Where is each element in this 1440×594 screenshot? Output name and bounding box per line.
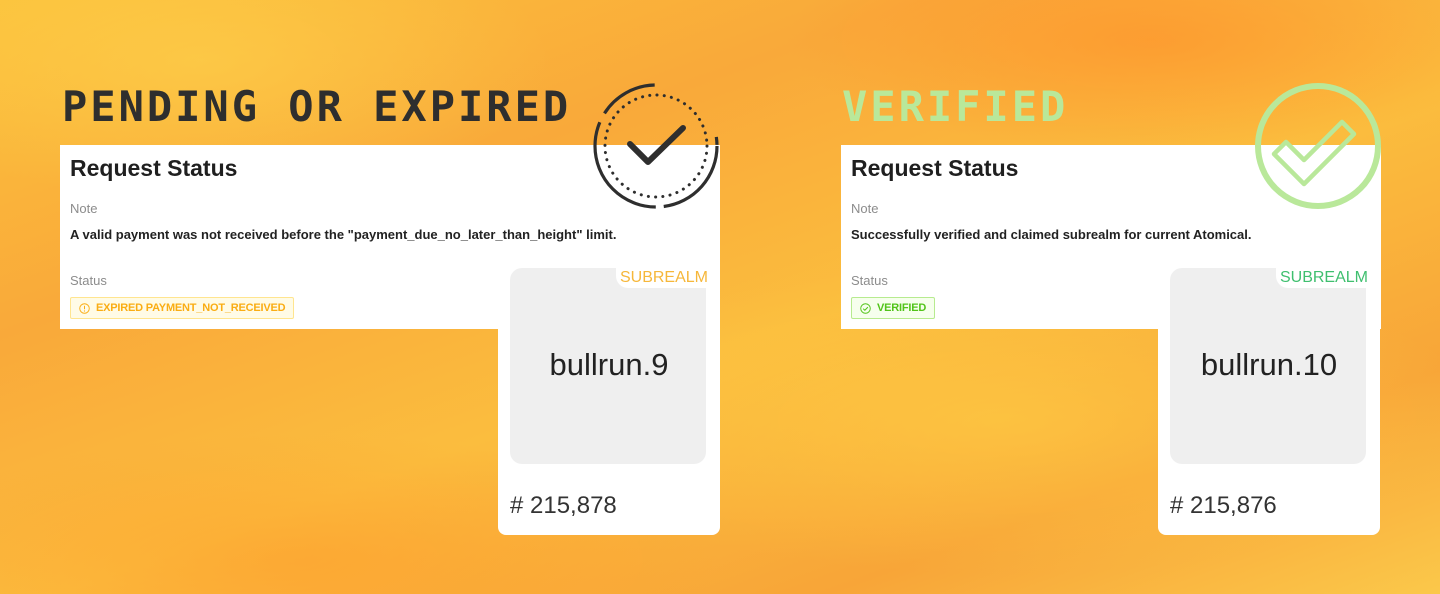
note-text: Successfully verified and claimed subrea… bbox=[851, 227, 1252, 242]
pending-subrealm-card[interactable]: SUBREALM bullrun.9 # 215,878 bbox=[498, 260, 720, 535]
atomical-number: # 215,876 bbox=[1170, 492, 1277, 519]
pending-heading: PENDING OR EXPIRED bbox=[62, 82, 572, 131]
check-circle-icon bbox=[860, 302, 871, 314]
note-label: Note bbox=[70, 201, 98, 216]
note-label: Note bbox=[851, 201, 879, 216]
status-badge-expired: EXPIRED PAYMENT_NOT_RECEIVED bbox=[70, 297, 295, 319]
atomical-number: # 215,878 bbox=[510, 492, 617, 519]
subrealm-name: bullrun.9 bbox=[549, 347, 669, 382]
status-label: Status bbox=[851, 273, 888, 288]
status-label: Status bbox=[70, 273, 107, 288]
subrealm-name: bullrun.10 bbox=[1200, 347, 1338, 382]
exclamation-circle-icon bbox=[79, 302, 90, 314]
circle-check-icon bbox=[1255, 83, 1381, 209]
verified-subrealm-card[interactable]: SUBREALM bullrun.10 # 215,876 bbox=[1158, 260, 1380, 535]
status-badge-verified: VERIFIED bbox=[851, 297, 936, 319]
card-title: Request Status bbox=[851, 155, 1019, 181]
verified-heading: VERIFIED bbox=[842, 82, 1069, 131]
subrealm-type-label: SUBREALM bbox=[619, 269, 708, 286]
card-title: Request Status bbox=[70, 155, 238, 181]
subrealm-type-label: SUBREALM bbox=[1279, 269, 1368, 286]
status-badge-text: EXPIRED PAYMENT_NOT_RECEIVED bbox=[96, 302, 286, 314]
note-text: A valid payment was not received before … bbox=[70, 227, 617, 242]
dotted-circle-check-icon bbox=[593, 83, 719, 209]
status-badge-text: VERIFIED bbox=[877, 302, 927, 314]
